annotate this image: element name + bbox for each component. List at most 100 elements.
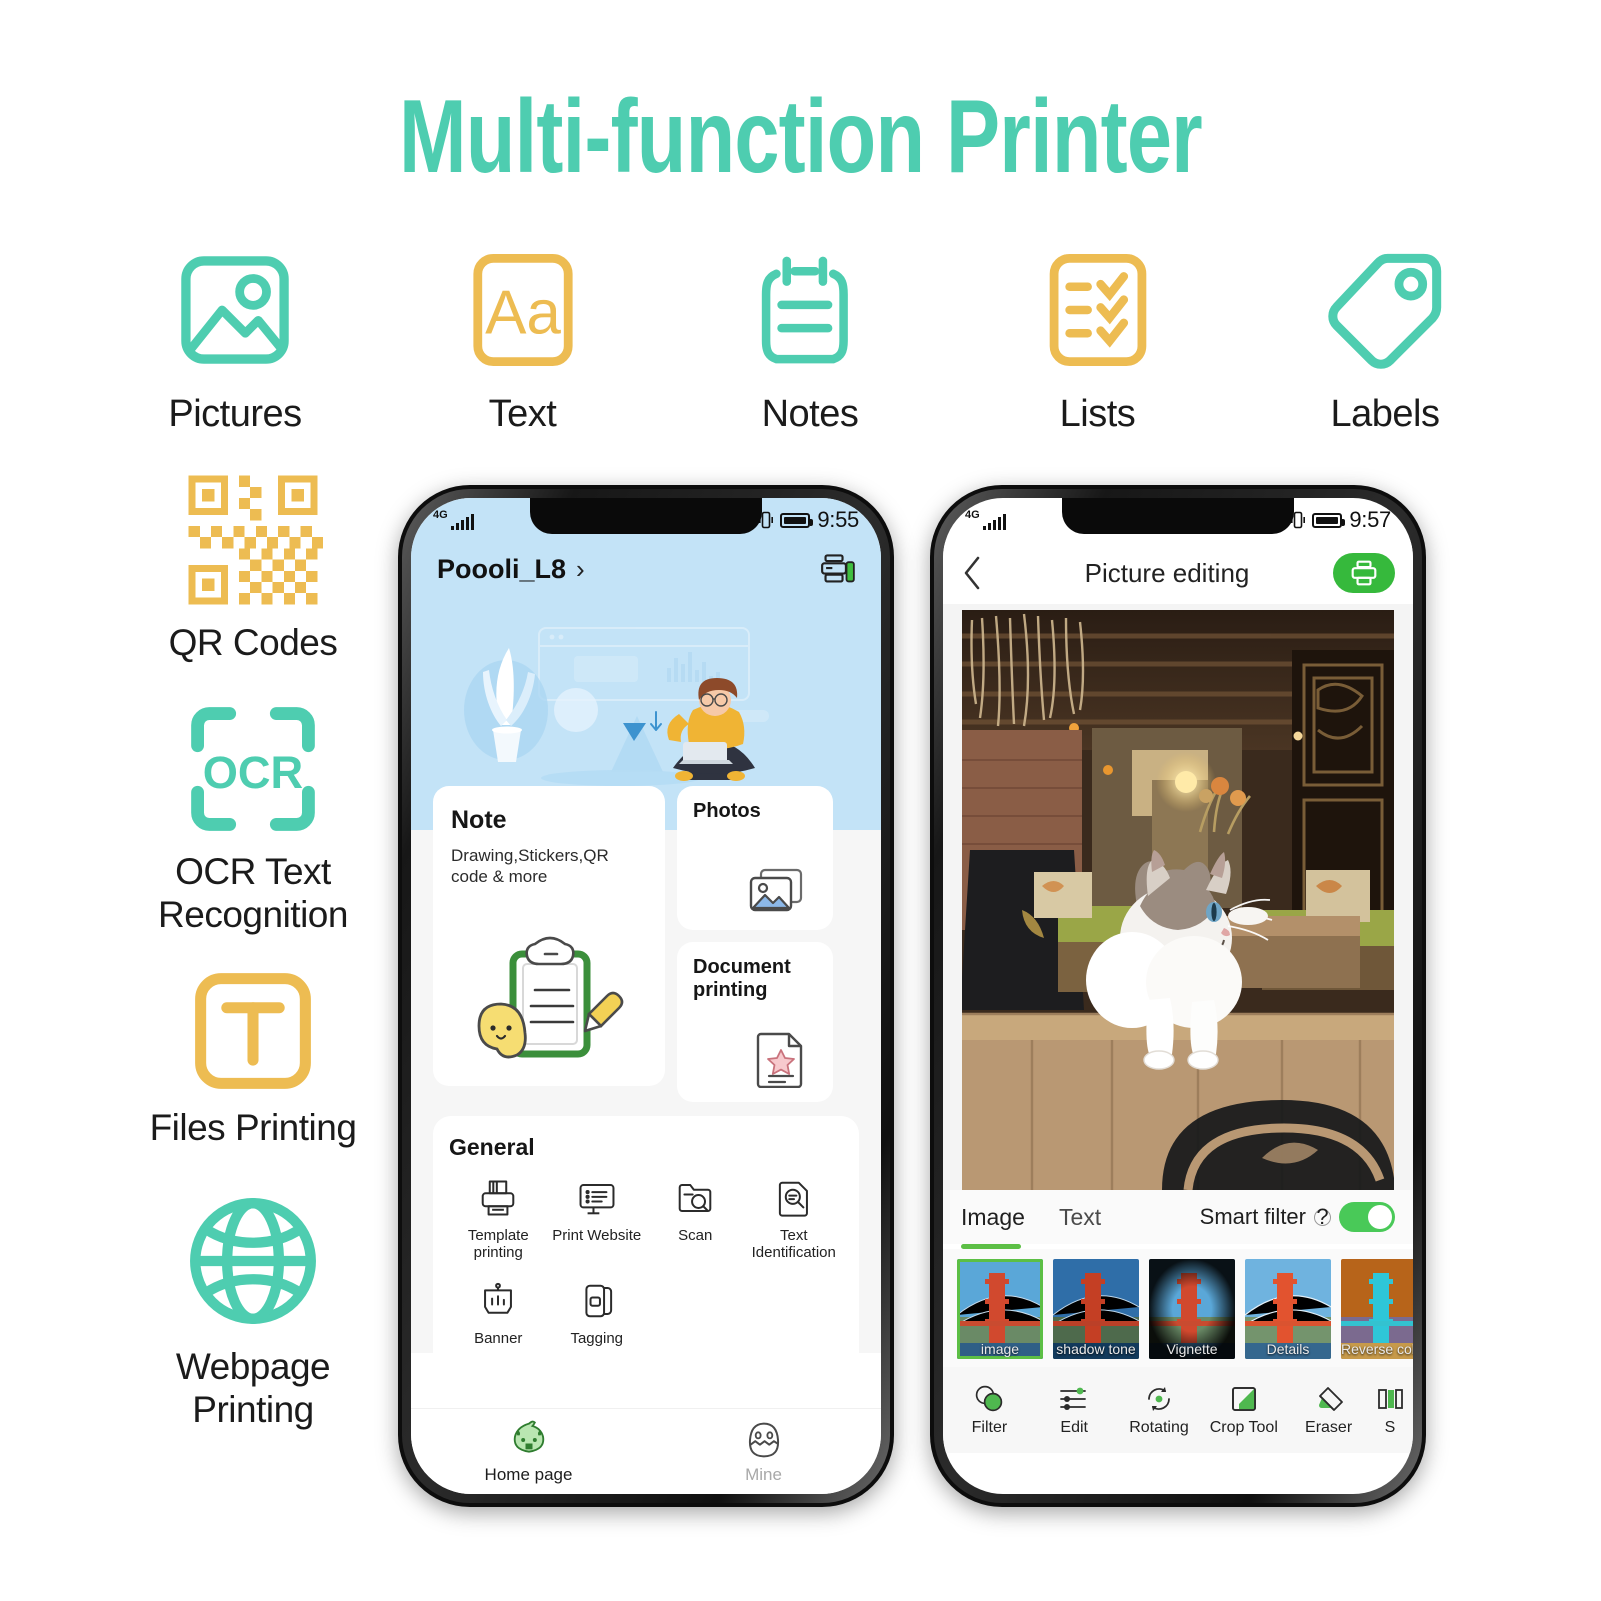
checklist-icon xyxy=(1043,245,1153,375)
svg-text:OCR: OCR xyxy=(203,747,303,798)
phone-picture-editing: 4G 9:57 Picture editing Image Text Smart… xyxy=(930,485,1426,1507)
filter-circles-icon xyxy=(976,1385,1003,1411)
feature-label-line1: Webpage xyxy=(175,1345,331,1387)
clock: 9:57 xyxy=(1349,507,1391,532)
filter-thumbnail-strip[interactable]: image shadow tone Vignette Details Rever… xyxy=(943,1249,1413,1367)
quick-actions: Note Drawing,Stickers,QR code & more Pho… xyxy=(411,786,881,1102)
printer-battery-icon[interactable] xyxy=(821,552,855,586)
printer-icon xyxy=(1351,560,1377,586)
feature-notes: Notes xyxy=(695,245,925,436)
feature-text: Aa Text xyxy=(408,245,638,436)
filter-label: Details xyxy=(1266,1341,1310,1357)
general-item-text-identification[interactable]: Text Identification xyxy=(745,1175,844,1262)
tab-mine[interactable]: Mine xyxy=(646,1409,881,1494)
tool-eraser[interactable]: Eraser xyxy=(1286,1384,1371,1437)
general-section: General Template printing Print Website … xyxy=(433,1116,859,1353)
feature-label-line2: Recognition xyxy=(158,893,348,935)
page-title: Picture editing xyxy=(1084,557,1250,588)
signal-group: 4G xyxy=(965,510,1006,530)
file-t-icon xyxy=(188,967,318,1095)
feature-label: Text xyxy=(488,393,557,435)
sliders-icon xyxy=(1060,1387,1087,1410)
phone1-top-region: 4G 9:55 Poooli_L8 › xyxy=(411,498,881,786)
question-icon[interactable]: ? xyxy=(1314,1204,1331,1229)
card-subtitle: Drawing,Stickers,QR code & more xyxy=(451,846,609,887)
feature-label: Notes xyxy=(761,393,859,435)
page-title: Multi-function Printer xyxy=(399,79,1203,195)
tool-label: S xyxy=(1384,1418,1396,1436)
picture-icon xyxy=(173,245,297,375)
feature-label: Files Printing xyxy=(149,1106,357,1148)
eraser-icon xyxy=(1318,1386,1343,1411)
print-button[interactable] xyxy=(1333,553,1395,593)
tab-text[interactable]: Text xyxy=(1059,1204,1101,1231)
feature-pictures: Pictures xyxy=(120,245,350,436)
smart-filter-label: Smart filter xyxy=(1199,1204,1306,1229)
feature-label: QR Codes xyxy=(168,622,338,663)
feature-label-line1: OCR Text xyxy=(175,850,331,892)
back-chevron-icon[interactable] xyxy=(961,555,1001,591)
tagging-icon xyxy=(577,1278,617,1324)
tool-filter[interactable]: Filter xyxy=(947,1384,1032,1437)
feature-files-printing: Files Printing xyxy=(118,967,388,1150)
card-document-printing[interactable]: Document printing xyxy=(677,942,833,1102)
general-item-banner[interactable]: Banner xyxy=(449,1278,548,1347)
document-star-icon xyxy=(755,1030,807,1088)
general-item-scan[interactable]: Scan xyxy=(646,1175,745,1262)
filter-thumb-details[interactable]: Details xyxy=(1245,1259,1331,1359)
filter-thumb-vignette[interactable]: Vignette xyxy=(1149,1259,1235,1359)
tool-split[interactable]: S xyxy=(1371,1384,1409,1437)
tab-home-page[interactable]: Home page xyxy=(411,1409,646,1494)
photo-icon xyxy=(747,866,807,916)
tool-label: Edit xyxy=(1060,1418,1088,1436)
status-right-group: 9:57 xyxy=(1291,507,1391,533)
signal-bars-icon xyxy=(450,514,474,530)
general-item-template-printing[interactable]: Template printing xyxy=(449,1175,548,1262)
feature-label-line2: Printing xyxy=(192,1388,314,1430)
tool-rotating[interactable]: Rotating xyxy=(1117,1384,1202,1437)
editor-tab-bar: Image Text Smart filter ? xyxy=(943,1190,1413,1244)
nav-bar: Picture editing xyxy=(943,542,1413,604)
general-item-print-website[interactable]: Print Website xyxy=(548,1175,647,1262)
feature-label: Lists xyxy=(1059,393,1136,435)
smart-filter-toggle[interactable] xyxy=(1339,1202,1395,1232)
card-note[interactable]: Note Drawing,Stickers,QR code & more xyxy=(433,786,665,1086)
tool-edit[interactable]: Edit xyxy=(1032,1384,1117,1437)
editor-toolbar: Filter Edit Rotating Crop Tool Eraser S xyxy=(943,1367,1413,1453)
scan-folder-icon xyxy=(675,1175,715,1221)
tool-label: Rotating xyxy=(1129,1418,1189,1436)
banner-icon xyxy=(478,1278,518,1324)
notch xyxy=(1062,498,1294,534)
feature-label: Webpage Printing xyxy=(175,1345,331,1432)
filter-thumb-reverse-color[interactable]: Reverse color xyxy=(1341,1259,1413,1359)
photo-preview[interactable] xyxy=(962,610,1394,1190)
device-header: Poooli_L8 › xyxy=(411,542,881,590)
filter-label: Vignette xyxy=(1166,1341,1218,1357)
battery-icon xyxy=(780,512,814,528)
split-icon xyxy=(1378,1388,1403,1409)
tool-crop[interactable]: Crop Tool xyxy=(1201,1384,1286,1437)
mine-egg-icon xyxy=(748,1422,779,1457)
ocr-icon: OCR xyxy=(182,699,324,839)
signal-bars-icon xyxy=(982,514,1006,530)
chevron-right-icon: › xyxy=(576,553,585,584)
feature-qr-codes: QR Codes xyxy=(118,470,388,665)
feature-webpage-printing: Webpage Printing xyxy=(118,1188,388,1432)
tab-label: Home page xyxy=(484,1464,573,1484)
filter-thumb-image[interactable]: image xyxy=(957,1259,1043,1359)
smart-filter-group: Smart filter ? xyxy=(1200,1202,1395,1232)
feature-labels: Labels xyxy=(1270,245,1500,436)
network-label: 4G xyxy=(965,509,980,521)
top-feature-row: Pictures Aa Text Notes Lists Labels xyxy=(120,245,1500,436)
card-photos[interactable]: Photos xyxy=(677,786,833,930)
tool-label: Eraser xyxy=(1305,1418,1353,1436)
filter-thumb-shadow-tone[interactable]: shadow tone xyxy=(1053,1259,1139,1359)
signal-group: 4G xyxy=(433,510,474,530)
card-title: Document printing xyxy=(693,956,791,1001)
tab-image[interactable]: Image xyxy=(961,1204,1025,1231)
phone-home-screen: 4G 9:55 Poooli_L8 › Note Drawing,Sticker… xyxy=(398,485,894,1507)
clock: 9:55 xyxy=(817,507,859,532)
general-item-tagging[interactable]: Tagging xyxy=(548,1278,647,1347)
feature-label: Labels xyxy=(1330,393,1440,435)
device-selector[interactable]: Poooli_L8 › xyxy=(437,554,585,585)
